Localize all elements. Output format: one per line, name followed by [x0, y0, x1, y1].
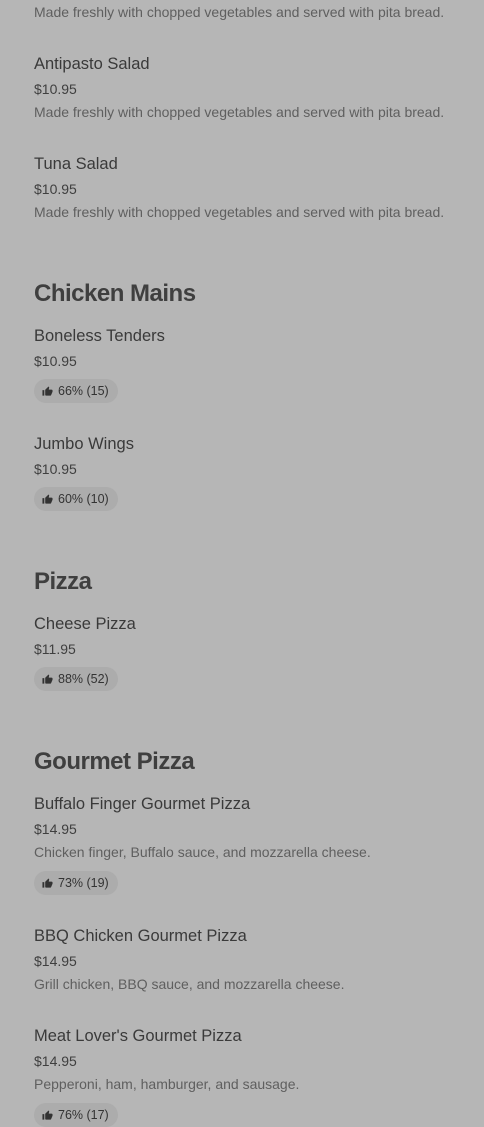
rating-text: 73% (19)	[58, 876, 109, 890]
menu-item-price: $10.95	[34, 353, 77, 369]
menu-item-price: $11.95	[34, 641, 76, 657]
menu-item-name[interactable]: Buffalo Finger Gourmet Pizza	[34, 795, 250, 814]
thumbs-up-icon	[42, 673, 53, 685]
menu-item-description: Chicken finger, Buffalo sauce, and mozza…	[34, 844, 371, 860]
menu-item-name[interactable]: Jumbo Wings	[34, 435, 134, 454]
rating-text: 76% (17)	[58, 1108, 109, 1122]
rating-badge: 76% (17)	[34, 1103, 118, 1127]
menu-item-name[interactable]: Antipasto Salad	[34, 55, 150, 74]
menu-item-name[interactable]: Tuna Salad	[34, 155, 118, 174]
menu-item-description: Pepperoni, ham, hamburger, and sausage.	[34, 1076, 300, 1092]
menu-item-price: $14.95	[34, 821, 77, 837]
menu-item-price: $14.95	[34, 1053, 77, 1069]
rating-badge: 66% (15)	[34, 379, 118, 403]
menu-item-name[interactable]: Cheese Pizza	[34, 615, 136, 634]
category-title: Gourmet Pizza	[34, 748, 195, 775]
menu-item-price: $10.95	[34, 81, 77, 97]
menu-item-description: Made freshly with chopped vegetables and…	[34, 204, 445, 220]
menu-item-description: Grill chicken, BBQ sauce, and mozzarella…	[34, 976, 345, 992]
rating-text: 66% (15)	[58, 384, 109, 398]
menu-item-price: $10.95	[34, 181, 77, 197]
rating-badge: 60% (10)	[34, 487, 118, 511]
rating-badge: 73% (19)	[34, 871, 118, 895]
category-title: Pizza	[34, 568, 92, 595]
rating-text: 88% (52)	[58, 672, 109, 686]
thumbs-up-icon	[42, 493, 53, 505]
menu-item-name[interactable]: Meat Lover's Gourmet Pizza	[34, 1027, 242, 1046]
category-title: Chicken Mains	[34, 280, 196, 307]
menu-item-price: $14.95	[34, 953, 77, 969]
menu-item-price: $10.95	[34, 461, 77, 477]
thumbs-up-icon	[42, 385, 53, 397]
rating-badge: 88% (52)	[34, 667, 118, 691]
menu-item-name[interactable]: BBQ Chicken Gourmet Pizza	[34, 927, 247, 946]
menu-item-name[interactable]: Boneless Tenders	[34, 327, 165, 346]
thumbs-up-icon	[42, 1109, 53, 1121]
menu-item-description: Made freshly with chopped vegetables and…	[34, 104, 445, 120]
rating-text: 60% (10)	[58, 492, 109, 506]
menu-item-description: Made freshly with chopped vegetables and…	[34, 4, 445, 20]
thumbs-up-icon	[42, 877, 53, 889]
